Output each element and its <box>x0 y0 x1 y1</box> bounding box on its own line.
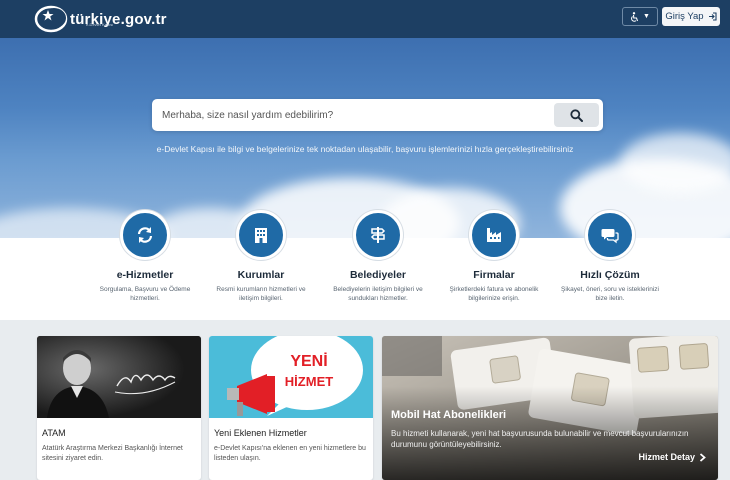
service-title: e-Hizmetler <box>116 269 174 281</box>
top-navbar: türkiye.gov.tr e-Devlet Kapısı ▼ Giriş Y… <box>0 0 730 38</box>
accessibility-button[interactable]: ▼ <box>622 7 658 26</box>
card-title: Yeni Eklenen Hizmetler <box>214 428 307 438</box>
hero-tagline: e-Devlet Kapısı ile bilgi ve belgelerini… <box>156 144 574 154</box>
chevron-down-icon: ▼ <box>643 13 650 20</box>
crescent-star-logo-icon <box>34 5 68 33</box>
hero-banner: e-Devlet Kapısı ile bilgi ve belgelerini… <box>0 38 730 238</box>
building-icon <box>255 228 267 243</box>
factory-icon <box>487 228 501 242</box>
signpost-icon <box>370 227 386 243</box>
service-title: Firmalar <box>473 269 515 281</box>
wheelchair-icon <box>631 11 639 22</box>
logo-text: türkiye.gov.tr <box>70 10 167 28</box>
service-desc: Resmi kurumların hizmetleri ve iletişim … <box>216 286 306 302</box>
cloud-decor <box>620 133 730 193</box>
link-label: Hizmet Detay <box>638 452 695 462</box>
card-mobil-hat[interactable]: Mobil Hat Abonelikleri Bu hizmeti kullan… <box>382 336 718 480</box>
chat-icon <box>601 229 619 244</box>
service-icon-circle <box>236 210 286 260</box>
card-desc: Bu hizmeti kullanarak, yeni hat başvurus… <box>391 429 689 449</box>
sign-in-icon <box>708 12 717 21</box>
badge-line1: YENİ <box>290 352 327 370</box>
service-title: Belediyeler <box>349 269 407 281</box>
card-yeni-hizmetler[interactable]: YENİ HİZMET Yeni Eklenen Hizmetler e-Dev… <box>209 336 373 480</box>
service-firmalar[interactable]: Firmalar Şirketlerdeki fatura ve aboneli… <box>434 210 554 303</box>
service-icon-circle <box>469 210 519 260</box>
login-label: Giriş Yap <box>665 11 704 22</box>
card-desc: e-Devlet Kapısı'na eklenen en yeni hizme… <box>214 445 366 462</box>
service-icon-circle <box>353 210 403 260</box>
search-icon <box>570 108 583 122</box>
service-hizli-cozum[interactable]: Hızlı Çözüm Şikayet, öneri, soru ve iste… <box>550 210 670 303</box>
search-bar <box>152 99 603 131</box>
login-button[interactable]: Giriş Yap <box>662 7 720 26</box>
ataturk-portrait-image <box>37 336 201 418</box>
card-atam[interactable]: ATAM Atatürk Araştırma Merkezi Başkanlığ… <box>37 336 201 480</box>
service-belediyeler[interactable]: Belediyeler Belediyelerin iletişim bilgi… <box>318 210 438 303</box>
service-icon-circle <box>120 210 170 260</box>
service-desc: Sorgulama, Başvuru ve Ödeme hizmetleri. <box>99 286 191 302</box>
search-input[interactable] <box>162 107 542 123</box>
hizmet-detay-link[interactable]: Hizmet Detay <box>638 452 706 462</box>
badge-line2: HİZMET <box>285 374 333 389</box>
refresh-icon <box>137 227 153 243</box>
logo-subtitle: e-Devlet Kapısı <box>86 22 114 27</box>
service-desc: Şikayet, öneri, soru ve isteklerinizi bi… <box>561 286 659 302</box>
card-title: ATAM <box>42 428 66 438</box>
service-title: Hızlı Çözüm <box>580 269 640 281</box>
service-title: Kurumlar <box>237 269 285 281</box>
site-logo[interactable]: türkiye.gov.tr <box>34 4 167 34</box>
search-button[interactable] <box>554 103 599 127</box>
card-title: Mobil Hat Abonelikleri <box>391 409 507 421</box>
service-desc: Şirketlerdeki fatura ve abonelik bilgile… <box>449 286 539 302</box>
card-desc: Atatürk Araştırma Merkezi Başkanlığı İnt… <box>42 445 183 462</box>
yeni-hizmet-banner-image: YENİ HİZMET <box>209 336 373 418</box>
services-strip: e-Hizmetler Sorgulama, Başvuru ve Ödeme … <box>0 210 730 320</box>
service-icon-circle <box>585 210 635 260</box>
service-e-hizmetler[interactable]: e-Hizmetler Sorgulama, Başvuru ve Ödeme … <box>85 210 205 303</box>
chevron-right-icon <box>699 452 706 462</box>
service-kurumlar[interactable]: Kurumlar Resmi kurumların hizmetleri ve … <box>201 210 321 303</box>
service-desc: Belediyelerin iletişim bilgileri ve sund… <box>333 286 423 302</box>
